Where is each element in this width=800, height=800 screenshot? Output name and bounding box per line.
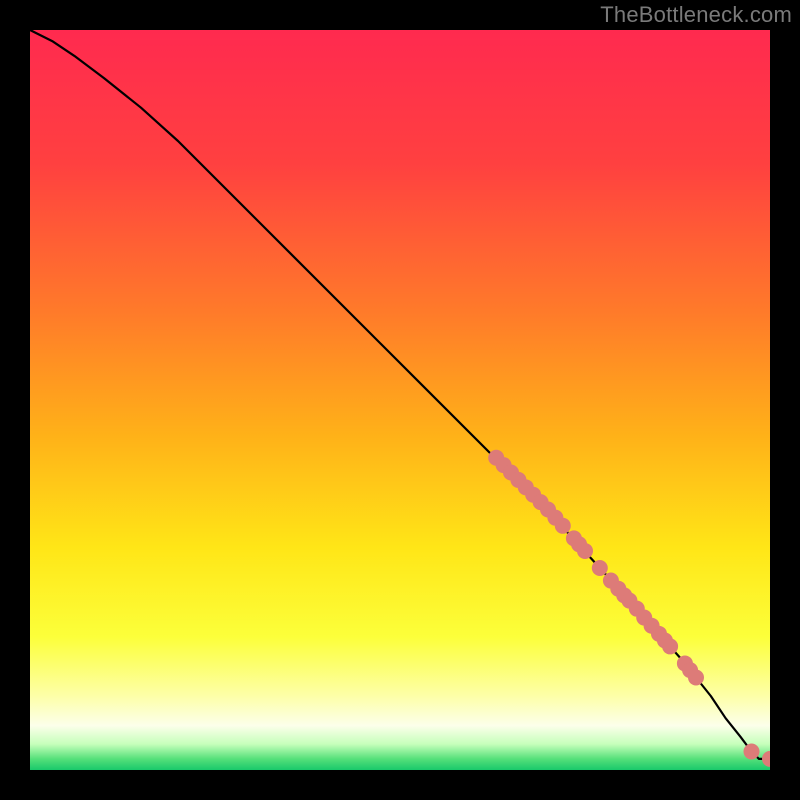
chart-plot-area — [30, 30, 770, 770]
data-marker — [662, 638, 678, 654]
watermark-text: TheBottleneck.com — [600, 2, 792, 28]
data-marker — [592, 560, 608, 576]
data-marker — [744, 744, 760, 760]
chart-svg — [30, 30, 770, 770]
data-marker — [688, 670, 704, 686]
data-marker — [555, 518, 571, 534]
gradient-background — [30, 30, 770, 770]
data-marker — [577, 543, 593, 559]
chart-stage: TheBottleneck.com — [0, 0, 800, 800]
